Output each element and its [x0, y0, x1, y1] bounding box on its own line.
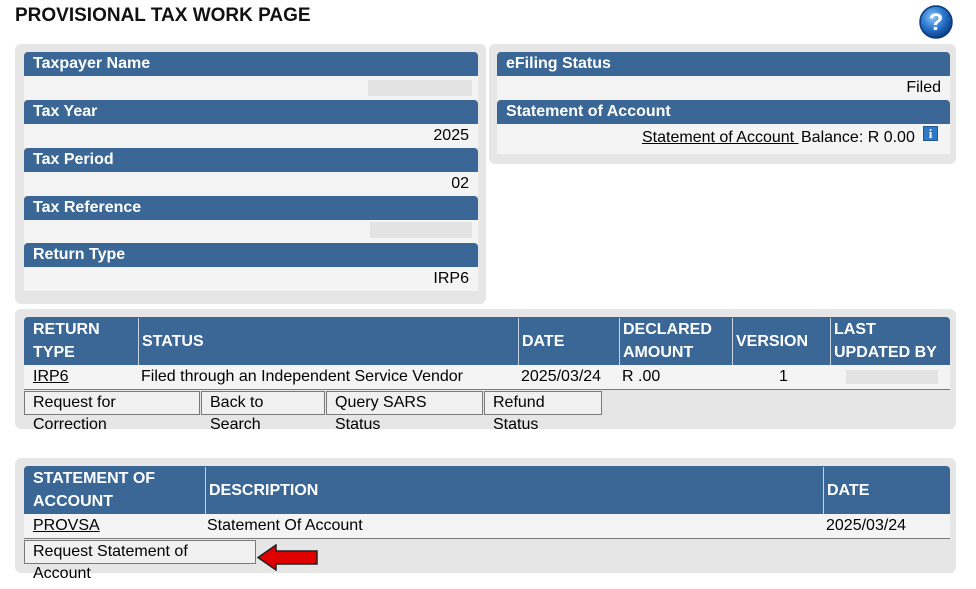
row-declared-amount: R .00 — [622, 368, 661, 385]
col-header-last-updated-by: LAST UPDATED BY — [830, 318, 950, 365]
tax-year-label: Tax Year — [24, 100, 478, 124]
row-status: Filed through an Independent Service Ven… — [141, 368, 464, 385]
tax-period-label: Tax Period — [24, 148, 478, 172]
taxpayer-name-redacted — [368, 80, 472, 96]
statement-separator — [24, 538, 950, 539]
statement-date: 2025/03/24 — [826, 517, 907, 534]
page-title: PROVISIONAL TAX WORK PAGE — [15, 5, 311, 26]
query-sars-status-button[interactable]: Query SARS Status — [326, 391, 483, 433]
return-type-label: Return Type — [24, 243, 478, 267]
info-icon[interactable]: i — [923, 126, 938, 141]
col-header-declared-amount: DECLARED AMOUNT — [619, 318, 732, 365]
row-version: 1 — [779, 368, 788, 385]
col-header-statement-of-account: STATEMENT OF ACCOUNT — [33, 470, 156, 510]
refund-status-button[interactable]: Refund Status — [484, 391, 602, 433]
returns-separator — [24, 389, 950, 390]
balance-text: Balance: R 0.00 — [801, 129, 915, 146]
tax-reference-redacted — [370, 222, 472, 238]
tax-year-value: 2025 — [24, 124, 478, 148]
efiling-status-value: Filed — [497, 76, 950, 100]
col-header-version: VERSION — [732, 318, 830, 365]
red-left-arrow-icon — [257, 544, 318, 571]
request-statement-button[interactable]: Request Statement of Account — [24, 540, 256, 582]
statement-description: Statement Of Account — [207, 517, 363, 534]
row-last-updated-redacted — [846, 370, 938, 384]
col-header-status: STATUS — [138, 318, 520, 365]
col-header-statement-date: DATE — [823, 467, 950, 514]
provsa-link[interactable]: PROVSA — [33, 517, 100, 535]
tax-period-value: 02 — [24, 172, 478, 196]
return-type-value: IRP6 — [24, 267, 478, 291]
col-header-return-type: RETURN TYPE — [33, 321, 100, 361]
statement-of-account-label: Statement of Account — [497, 100, 950, 124]
taxpayer-name-label: Taxpayer Name — [24, 52, 478, 76]
help-question-icon[interactable]: ? — [918, 4, 954, 40]
return-type-link[interactable]: IRP6 — [33, 368, 69, 386]
col-header-description: DESCRIPTION — [205, 467, 823, 514]
back-to-search-button[interactable]: Back to Search — [201, 391, 325, 433]
request-correction-button[interactable]: Request for Correction — [24, 391, 200, 433]
tax-reference-label: Tax Reference — [24, 196, 478, 220]
statement-of-account-link[interactable]: Statement of Account — [642, 129, 799, 147]
svg-text:?: ? — [929, 9, 944, 36]
table-row — [24, 514, 950, 538]
col-header-date: DATE — [518, 318, 619, 365]
efiling-status-label: eFiling Status — [497, 52, 950, 76]
row-date: 2025/03/24 — [521, 368, 602, 385]
